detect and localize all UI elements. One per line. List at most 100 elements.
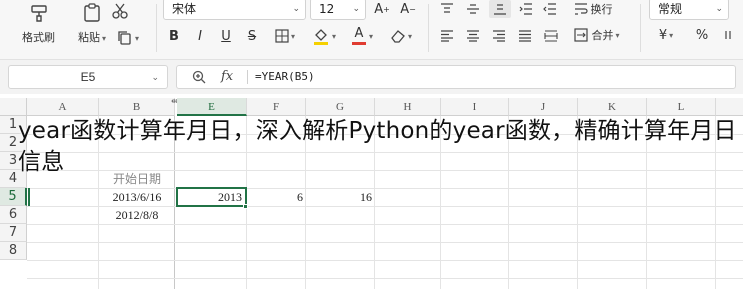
select-all-corner[interactable] (0, 98, 27, 116)
fx-icon[interactable]: fx (221, 66, 233, 88)
gridline (27, 242, 743, 243)
chevron-down-icon: ▾ (134, 33, 139, 43)
clear-format-button[interactable]: ▾ (384, 24, 418, 48)
overlay-title: year函数计算年月日，深入解析Python的year函数，精确计算年月日信息 (18, 118, 737, 175)
column-label: J (540, 101, 546, 113)
column-label: F (272, 101, 280, 113)
align-right-button[interactable] (489, 27, 509, 45)
cell-e5[interactable]: 2013 (177, 188, 245, 206)
font-name-select[interactable]: 宋体 ⌄ (163, 0, 306, 20)
underline-button[interactable]: U (216, 26, 236, 46)
row-header-8[interactable]: 8 (0, 242, 27, 260)
row-label: 1 (8, 117, 18, 132)
column-label: H (403, 101, 412, 113)
chevron-down-icon: ⌄ (292, 4, 300, 14)
row-label: 4 (8, 171, 18, 186)
name-box[interactable]: E5 ⌄ (8, 65, 168, 89)
gridline (27, 278, 743, 279)
currency-button[interactable]: ¥ ▾ (652, 25, 680, 45)
column-header-j[interactable]: J (509, 98, 578, 116)
cut-button[interactable] (108, 0, 132, 22)
align-center-icon (467, 30, 479, 42)
row-header-5[interactable]: 5 (0, 188, 27, 206)
increase-font-button[interactable]: A + (372, 0, 392, 19)
ribbon-toolbar: 格式刷 粘贴 ▾ ▾ 宋体 ⌄ 12 ⌄ A + A − B I U S ▾ ▾… (0, 0, 743, 60)
align-middle-button[interactable] (463, 0, 483, 18)
zoom-in-icon[interactable] (192, 70, 206, 84)
cell-f5[interactable]: 6 (247, 188, 306, 206)
cell-marker (28, 188, 30, 206)
justify-button[interactable] (515, 27, 535, 45)
row-label: 7 (8, 225, 18, 240)
paste-label: 粘贴 ▾ (78, 29, 106, 45)
align-center-button[interactable] (463, 27, 483, 45)
column-header-a[interactable]: A (27, 98, 99, 116)
cell-g5[interactable]: 16 (306, 188, 375, 206)
format-painter-button[interactable]: 格式刷 (18, 3, 60, 53)
column-header-l[interactable]: L (647, 98, 716, 116)
underline-text: U (221, 28, 231, 44)
decrease-font-button[interactable]: A − (398, 0, 418, 19)
bold-button[interactable]: B (164, 26, 184, 46)
strike-text: S (247, 28, 257, 44)
outdent-button[interactable] (540, 0, 560, 18)
column-header-i[interactable]: I (441, 98, 509, 116)
column-label: G (336, 101, 344, 113)
column-header-f[interactable]: F (247, 98, 306, 116)
cell-b5[interactable]: 2013/6/16 (99, 188, 175, 206)
column-header-g[interactable]: G (306, 98, 375, 116)
ribbon-divider (428, 4, 429, 52)
column-header-k[interactable]: K (578, 98, 647, 116)
font-color-button[interactable]: A ▾ (346, 24, 378, 48)
italic-text: I (198, 28, 202, 44)
row-header-6[interactable]: 6 (0, 206, 27, 224)
ribbon-divider (640, 4, 641, 52)
column-header-e[interactable]: E (177, 98, 247, 116)
column-label: K (608, 101, 616, 113)
formula-divider (247, 70, 248, 84)
fill-color-button[interactable]: ▾ (308, 24, 340, 48)
row-label: 5 (8, 189, 17, 204)
outdent-icon (543, 3, 556, 15)
percent-symbol: % (695, 27, 709, 43)
currency-symbol: ¥ (658, 27, 668, 43)
chevron-down-icon: ▾ (669, 30, 674, 40)
align-right-icon (493, 30, 505, 42)
copy-button[interactable]: ▾ (112, 28, 144, 48)
percent-button[interactable]: % (692, 25, 712, 45)
column-header-b[interactable]: B (99, 98, 175, 116)
font-size-select[interactable]: 12 ⌄ (310, 0, 366, 20)
italic-button[interactable]: I (190, 26, 210, 46)
thousands-button[interactable] (720, 25, 740, 45)
row-label: 3 (8, 153, 18, 168)
font-color-letter: A (354, 26, 364, 41)
cell-b6[interactable]: 2012/8/8 (99, 206, 175, 224)
align-left-button[interactable] (437, 27, 457, 45)
paint-bucket-icon (313, 29, 328, 45)
align-top-button[interactable] (437, 0, 457, 18)
row-header-7[interactable]: 7 (0, 224, 27, 242)
chevron-down-icon: ⌄ (352, 4, 360, 14)
chevron-down-icon: ▾ (102, 34, 107, 43)
formula-input[interactable]: fx =YEAR(B5) (176, 65, 736, 89)
strikethrough-button[interactable]: S (242, 26, 262, 46)
chevron-down-icon: ⌄ (715, 4, 723, 14)
clipboard-icon (84, 3, 100, 22)
align-middle-icon (467, 4, 479, 14)
column-header-h[interactable]: H (375, 98, 441, 116)
distributed-button[interactable] (541, 27, 561, 45)
thousands-icon (725, 31, 731, 39)
borders-button[interactable]: ▾ (270, 26, 300, 46)
merge-button[interactable]: 合并 ▾ (566, 25, 628, 45)
eraser-icon (391, 30, 405, 43)
format-painter-label: 格式刷 (22, 31, 55, 44)
formula-text[interactable]: =YEAR(B5) (255, 66, 315, 88)
align-bottom-button[interactable] (489, 0, 511, 18)
scissors-icon (112, 3, 128, 19)
wrap-text-button[interactable]: 换行 (566, 0, 620, 19)
number-format-select[interactable]: 常规 ⌄ (649, 0, 729, 20)
indent-button[interactable] (516, 0, 536, 18)
column-header-extra (716, 98, 743, 116)
wrap-text-label: 换行 (590, 3, 613, 16)
merge-cells-icon (574, 28, 589, 42)
